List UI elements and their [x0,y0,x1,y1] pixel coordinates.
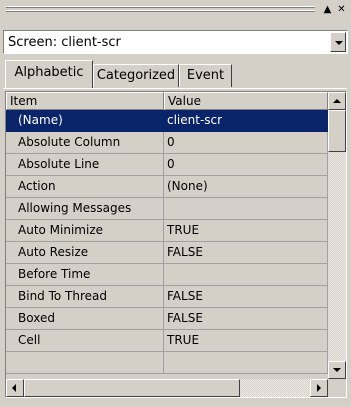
tab-event[interactable]: Event [179,64,232,87]
property-name[interactable]: (Name) [6,110,164,132]
property-name[interactable]: Absolute Line [6,154,164,176]
vertical-scroll-thumb[interactable] [328,110,346,152]
property-name[interactable]: Auto Resize [6,242,164,264]
tab-alphabetic-label: Alphabetic [14,65,84,80]
table-row[interactable]: Cell TRUE [6,330,328,352]
property-grid[interactable]: Item Value (Name) client-scr Absolute Co… [5,91,347,398]
property-name[interactable]: Bind To Thread [6,286,164,308]
panel-grip-bar[interactable]: ▲ ✕ [0,0,351,29]
scrollbar-corner [328,379,346,397]
column-header-item[interactable]: Item [6,92,164,110]
property-value[interactable]: (None) [164,176,328,198]
minimize-icon[interactable]: ▲ [321,4,334,16]
scroll-down-button[interactable] [328,361,346,379]
table-row[interactable]: Absolute Line 0 [6,154,328,176]
property-name[interactable]: Boxed [6,308,164,330]
tab-categorized-label: Categorized [96,68,176,83]
table-row[interactable]: Boxed FALSE [6,308,328,330]
scroll-right-button[interactable] [310,379,328,397]
property-name[interactable]: Auto Minimize [6,220,164,242]
table-row[interactable]: Before Time [6,264,328,286]
property-value[interactable]: FALSE [164,286,328,308]
tab-event-label: Event [186,68,225,83]
tab-alphabetic[interactable]: Alphabetic [5,60,93,88]
table-row[interactable]: Auto Minimize TRUE [6,220,328,242]
scroll-up-button[interactable] [328,92,346,110]
horizontal-scrollbar[interactable] [6,379,328,397]
property-value[interactable]: TRUE [164,220,328,242]
property-value[interactable]: TRUE [164,330,328,352]
horizontal-scroll-thumb[interactable] [24,379,240,397]
property-value[interactable]: FALSE [164,242,328,264]
scroll-left-button[interactable] [6,379,24,397]
property-name[interactable]: Before Time [6,264,164,286]
property-value[interactable]: client-scr [164,110,328,132]
property-value[interactable]: 0 [164,154,328,176]
property-value[interactable]: 0 [164,132,328,154]
screen-selector[interactable]: Screen: client-scr [3,30,348,54]
table-row[interactable]: Absolute Column 0 [6,132,328,154]
property-name[interactable]: Absolute Column [6,132,164,154]
grid-rows: (Name) client-scr Absolute Column 0 Abso… [6,110,328,374]
chevron-down-icon [335,41,343,45]
tab-panel-edge [3,88,347,89]
grip-line [6,7,315,8]
close-icon[interactable]: ✕ [335,4,348,16]
screen-dropdown-button[interactable] [330,32,346,52]
property-name[interactable]: Cell [6,330,164,352]
table-row[interactable] [6,352,328,374]
table-row[interactable]: Bind To Thread FALSE [6,286,328,308]
column-header-value[interactable]: Value [164,92,328,110]
arrow-down-icon [333,368,341,372]
property-value[interactable]: FALSE [164,308,328,330]
table-row[interactable]: Auto Resize FALSE [6,242,328,264]
grid-header: Item Value [6,92,328,110]
grip-line [6,11,315,12]
vertical-scrollbar[interactable] [328,92,346,379]
table-row[interactable]: Action (None) [6,176,328,198]
arrow-right-icon [317,384,321,392]
table-row[interactable]: (Name) client-scr [6,110,328,132]
property-value[interactable] [164,352,328,374]
property-name[interactable] [6,352,164,374]
arrow-left-icon [12,384,16,392]
screen-selector-value: Screen: client-scr [8,35,121,50]
property-name[interactable]: Allowing Messages [6,198,164,220]
tab-categorized[interactable]: Categorized [93,64,179,87]
property-name[interactable]: Action [6,176,164,198]
arrow-up-icon [333,99,341,103]
property-value[interactable] [164,264,328,286]
table-row[interactable]: Allowing Messages [6,198,328,220]
property-value[interactable] [164,198,328,220]
